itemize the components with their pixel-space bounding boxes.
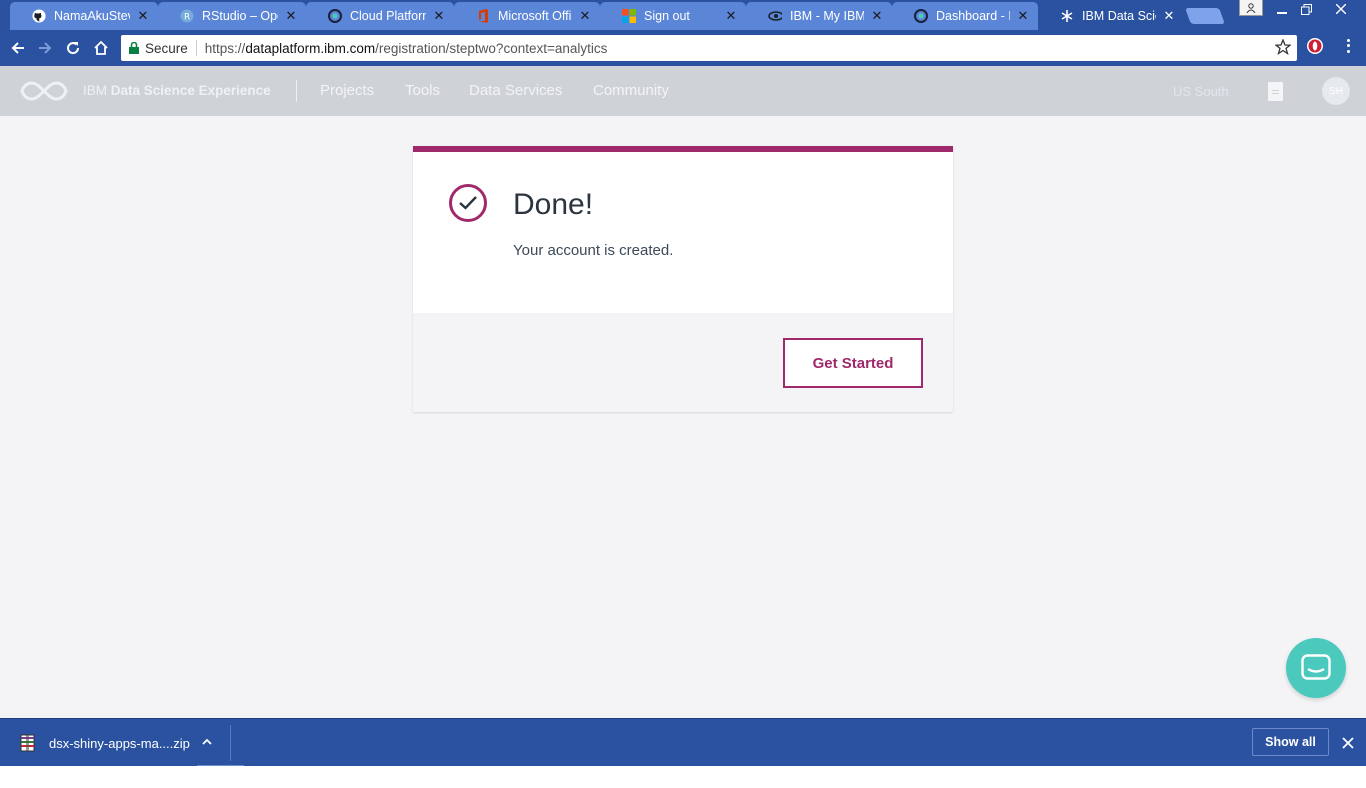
header-divider <box>296 80 297 102</box>
nav-projects[interactable]: Projects <box>320 82 374 99</box>
office-icon <box>476 9 490 23</box>
reload-icon <box>67 42 80 55</box>
restore-icon <box>1300 3 1312 15</box>
tab-title: IBM Data Science <box>1082 9 1156 23</box>
arrow-left-icon <box>11 42 24 54</box>
tab-microsoft-office[interactable]: Microsoft Office ✕ <box>454 2 600 30</box>
person-icon <box>1246 2 1256 13</box>
minimize-icon <box>1277 12 1287 14</box>
arrow-right-icon <box>39 42 52 54</box>
bottom-edge <box>0 766 1366 788</box>
download-item[interactable]: dsx-shiny-apps-ma....zip <box>0 719 230 767</box>
tab-strip: NamaAkuSteven ✕ R RStudio – Open ✕ Cloud… <box>0 0 1366 30</box>
download-file-name: dsx-shiny-apps-ma....zip <box>49 736 190 751</box>
close-icon[interactable] <box>1340 735 1356 751</box>
tab-close-icon[interactable]: ✕ <box>870 8 884 23</box>
tab-close-icon[interactable]: ✕ <box>136 8 150 23</box>
home-button[interactable] <box>89 36 113 60</box>
browser-menu-icon[interactable] <box>1340 38 1356 54</box>
download-divider <box>230 725 231 761</box>
checkmark-icon <box>449 184 487 222</box>
brand-title[interactable]: IBM Data Science Experience <box>83 83 271 98</box>
url-host: dataplatform.ibm.com <box>245 40 376 56</box>
nav-data-services[interactable]: Data Services <box>469 82 562 99</box>
security-indicator[interactable]: Secure <box>121 40 197 56</box>
tab-rstudio[interactable]: R RStudio – Open ✕ <box>158 2 306 30</box>
forward-button[interactable] <box>33 36 57 60</box>
tab-close-icon[interactable]: ✕ <box>1162 8 1176 23</box>
close-icon <box>1336 4 1346 14</box>
tab-sign-out[interactable]: Sign out ✕ <box>600 2 746 30</box>
download-bar: dsx-shiny-apps-ma....zip Show all <box>0 718 1366 767</box>
nav-community[interactable]: Community <box>593 82 669 99</box>
tab-title: Dashboard - IBM <box>936 9 1010 23</box>
github-icon <box>32 9 46 23</box>
browser-toolbar: Secure https://dataplatform.ibm.com/regi… <box>0 30 1366 66</box>
tab-title: RStudio – Open <box>202 9 278 23</box>
brand-name: Data Science Experience <box>110 83 271 98</box>
tab-close-icon[interactable]: ✕ <box>724 8 738 23</box>
address-bar[interactable]: Secure https://dataplatform.ibm.com/regi… <box>121 35 1297 61</box>
brand-prefix: IBM <box>83 83 108 98</box>
tab-data-science[interactable]: IBM Data Science ✕ <box>1038 2 1184 30</box>
url-text: https://dataplatform.ibm.com/registratio… <box>197 41 608 56</box>
tab-my-ibm[interactable]: IBM - My IBM ✕ <box>746 2 892 30</box>
app-header: IBM Data Science Experience Projects Too… <box>0 66 1366 116</box>
dsx-logo-icon[interactable] <box>20 80 68 107</box>
minimize-button[interactable] <box>1270 0 1294 18</box>
bookmark-star-icon[interactable] <box>1274 38 1292 58</box>
url-scheme: https:// <box>204 40 246 56</box>
url-path: /registration/steptwo?context=analytics <box>375 40 608 56</box>
new-tab-button[interactable] <box>1185 8 1225 24</box>
card-message: Your account is created. <box>513 242 674 259</box>
tab-close-icon[interactable]: ✕ <box>284 8 298 23</box>
show-all-button[interactable]: Show all <box>1252 728 1329 756</box>
region-selector[interactable]: US South <box>1173 84 1229 99</box>
get-started-button[interactable]: Get Started <box>783 338 923 388</box>
chevron-up-icon[interactable] <box>200 735 214 749</box>
lock-icon <box>129 42 139 54</box>
avatar[interactable]: SH <box>1322 77 1350 105</box>
tab-close-icon[interactable]: ✕ <box>578 8 592 23</box>
tab-cloud-platform[interactable]: Cloud Platform ✕ <box>306 2 454 30</box>
card-title: Done! <box>513 188 594 221</box>
svg-text:R: R <box>184 13 190 23</box>
nav-tools[interactable]: Tools <box>405 82 440 99</box>
tab-title: NamaAkuSteven <box>54 9 130 23</box>
microsoft-icon <box>622 9 636 23</box>
secure-label: Secure <box>145 40 188 56</box>
rstudio-icon: R <box>180 9 194 23</box>
tab-title: IBM - My IBM <box>790 9 864 23</box>
card-body: Done! Your account is created. <box>413 152 953 313</box>
chat-launcher-button[interactable] <box>1286 638 1346 698</box>
reload-button[interactable] <box>61 36 85 60</box>
dsx-icon <box>1060 9 1074 23</box>
tab-title: Cloud Platform <box>350 9 426 23</box>
zip-file-icon <box>20 734 36 752</box>
close-window-button[interactable] <box>1326 0 1356 18</box>
ibm-icon <box>768 9 782 23</box>
back-button[interactable] <box>6 36 30 60</box>
tab-title: Sign out <box>644 9 690 23</box>
confirmation-card: Done! Your account is created. Get Start… <box>413 146 953 412</box>
tab-github[interactable]: NamaAkuSteven ✕ <box>10 2 158 30</box>
tab-close-icon[interactable]: ✕ <box>1016 8 1030 23</box>
restore-button[interactable] <box>1294 0 1318 18</box>
cloud-icon <box>328 9 342 23</box>
tab-dashboard[interactable]: Dashboard - IBM ✕ <box>892 2 1038 30</box>
cloud-icon <box>914 9 928 23</box>
browser-window: NamaAkuSteven ✕ R RStudio – Open ✕ Cloud… <box>0 0 1366 788</box>
tab-title: Microsoft Office <box>498 9 572 23</box>
opera-extension-icon[interactable] <box>1306 37 1324 55</box>
document-icon[interactable] <box>1268 82 1283 101</box>
home-icon <box>94 40 108 55</box>
card-footer: Get Started <box>413 313 953 412</box>
tab-close-icon[interactable]: ✕ <box>432 8 446 23</box>
profile-button[interactable] <box>1239 0 1263 16</box>
chat-icon <box>1301 654 1331 680</box>
main-content: Done! Your account is created. Get Start… <box>0 116 1366 718</box>
